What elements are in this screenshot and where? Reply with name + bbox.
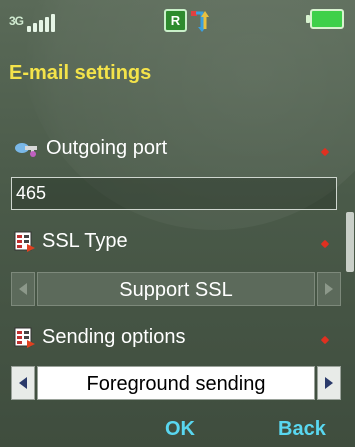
- roaming-icon: R: [164, 9, 187, 32]
- scrollbar[interactable]: [346, 212, 354, 272]
- sending-options-prev-button[interactable]: [11, 366, 35, 400]
- required-marker: [320, 239, 330, 249]
- ssl-type-next-button[interactable]: [317, 272, 341, 306]
- phone-screen: 3G R E-mail settings Outgoing port 465 S…: [0, 0, 355, 447]
- network-type-label: 3G: [9, 14, 24, 28]
- email-key-icon: [15, 142, 37, 157]
- outgoing-port-label-text: Outgoing port: [46, 137, 168, 159]
- ssl-type-selector[interactable]: Support SSL: [11, 272, 341, 306]
- settings-list-icon: [14, 231, 35, 252]
- arrow-right-icon: [325, 283, 333, 295]
- ok-softkey[interactable]: OK: [165, 418, 195, 441]
- ssl-type-prev-button[interactable]: [11, 272, 35, 306]
- required-marker: [320, 335, 330, 345]
- ssl-type-value: Support SSL: [37, 272, 315, 306]
- arrow-left-icon: [19, 377, 27, 389]
- data-transfer-icon: [191, 11, 209, 32]
- sending-options-label: Sending options: [14, 326, 185, 349]
- page-title: E-mail settings: [9, 62, 152, 84]
- ssl-type-label-text: SSL Type: [42, 230, 128, 252]
- arrow-right-icon: [325, 377, 333, 389]
- sending-options-selector[interactable]: Foreground sending: [11, 366, 341, 400]
- settings-list-icon: [14, 327, 35, 348]
- arrow-left-icon: [19, 283, 27, 295]
- required-marker: [320, 147, 330, 157]
- sending-options-label-text: Sending options: [42, 326, 186, 348]
- back-softkey[interactable]: Back: [278, 418, 326, 441]
- sending-options-value: Foreground sending: [37, 366, 315, 400]
- battery-icon: [306, 9, 344, 29]
- status-bar: 3G R: [0, 0, 355, 42]
- signal-icon: 3G: [9, 10, 69, 34]
- outgoing-port-input[interactable]: 465: [11, 177, 337, 210]
- sending-options-next-button[interactable]: [317, 366, 341, 400]
- outgoing-port-label: Outgoing port: [14, 137, 167, 160]
- ssl-type-label: SSL Type: [14, 230, 128, 253]
